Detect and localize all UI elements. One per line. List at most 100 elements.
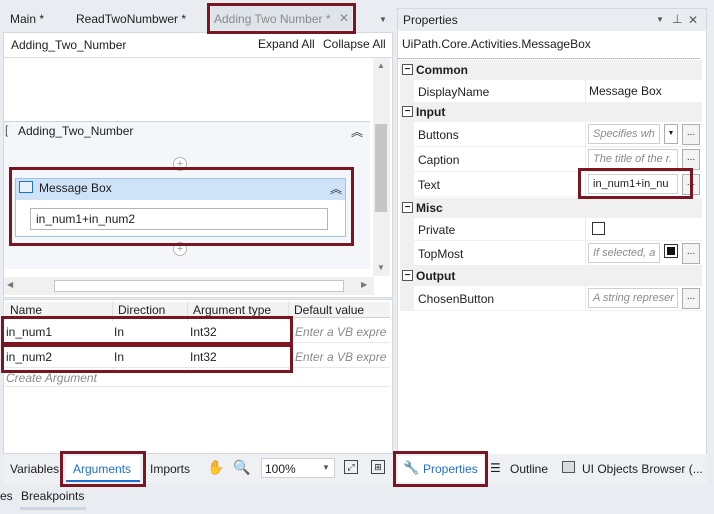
chevron-down-icon: ▼ [322,463,330,472]
activity-type-name: UiPath.Core.Activities.MessageBox [402,37,591,51]
collapse-sequence-icon[interactable]: ︽ [351,123,363,140]
arguments-tab-label: Arguments [73,462,132,476]
category-misc[interactable]: − Misc [400,198,702,218]
caption-expression-button[interactable]: ... [682,149,700,170]
tab-dropdown-icon[interactable]: ▼ [379,15,387,24]
property-display-name[interactable]: DisplayName Message Box [400,80,702,103]
buttons-dropdown-icon[interactable]: ▼ [664,124,678,144]
collapse-output-icon[interactable]: − [402,270,413,281]
property-topmost[interactable]: TopMost If selected, a [400,241,702,266]
footer-tab-partial[interactable]: es [0,489,13,503]
topmost-checkbox[interactable] [664,244,678,258]
caption-label: Caption [418,153,460,167]
arguments-tab[interactable]: Arguments [66,456,140,482]
tab-main[interactable]: Main * [10,12,44,26]
argument-type[interactable]: Int32 [190,325,217,339]
argument-direction[interactable]: In [114,325,124,339]
horizontal-scrollbar[interactable]: ◀ ▶ [4,277,374,295]
category-output[interactable]: − Output [400,266,702,286]
property-private[interactable]: Private [400,218,702,241]
close-icon[interactable]: ✕ [339,11,349,25]
scroll-down-icon[interactable]: ▼ [377,263,385,272]
category-input[interactable]: − Input [400,102,702,122]
collapse-misc-icon[interactable]: − [402,202,413,213]
chosen-button-input[interactable]: A string represer [588,288,678,308]
collapse-all-link[interactable]: Collapse All [323,37,386,51]
collapse-common-icon[interactable]: − [402,64,413,75]
zoom-search-icon[interactable]: 🔍 [233,459,250,476]
scroll-up-icon[interactable]: ▲ [377,61,385,70]
column-header-name[interactable]: Name [10,303,42,317]
zoom-value: 100% [265,462,296,476]
topmost-expression-button[interactable]: ... [682,243,700,264]
imports-tab[interactable]: Imports [150,462,190,476]
properties-title-bar: Properties ▼ ⊥ ✕ [398,9,706,31]
topmost-input[interactable]: If selected, a [588,243,660,263]
properties-tab[interactable]: 🔧 Properties [398,456,484,482]
add-activity-top-icon[interactable]: + [173,157,187,171]
properties-title: Properties [403,13,458,27]
message-box-text-input[interactable]: in_num1+in_num2 [30,208,328,230]
create-argument-label[interactable]: Create Argument [6,371,97,385]
topmost-label: TopMost [418,247,464,261]
collapse-input-icon[interactable]: − [402,106,413,117]
private-checkbox[interactable] [592,222,605,235]
column-header-argument-type[interactable]: Argument type [193,303,271,317]
overview-icon[interactable]: ⊞ [371,460,385,474]
h-scroll-thumb[interactable] [54,280,344,292]
outline-tab[interactable]: Outline [510,462,548,476]
caption-input[interactable]: The title of the r. [588,149,678,169]
argument-default-input[interactable]: Enter a VB expre: [295,350,387,364]
argument-direction[interactable]: In [114,350,124,364]
pin-icon[interactable]: ⊥ [672,12,682,26]
add-activity-bottom-icon[interactable]: + [173,242,187,256]
display-name-value[interactable]: Message Box [589,84,662,98]
expand-all-link[interactable]: Expand All [258,37,315,51]
breadcrumb[interactable]: Adding_Two_Number [11,38,126,52]
pan-hand-icon[interactable]: ✋ [207,459,224,476]
properties-tab-label: Properties [423,462,478,476]
argument-type[interactable]: Int32 [190,350,217,364]
property-chosen-button[interactable]: ChosenButton A string represer [400,286,702,311]
close-icon[interactable]: ✕ [688,13,698,27]
buttons-label: Buttons [418,128,459,142]
private-label: Private [418,223,456,237]
create-argument-row[interactable]: Create Argument [5,369,390,387]
arguments-header-row: Name Direction Argument type Default val… [5,302,390,318]
argument-default-input[interactable]: Enter a VB expre: [295,325,387,339]
column-header-default-value[interactable]: Default value [294,303,364,317]
fit-to-screen-icon[interactable]: ⤢ [344,460,358,474]
category-common-label: Common [416,63,468,77]
buttons-expression-button[interactable]: ... [682,124,700,145]
column-header-direction[interactable]: Direction [118,303,165,317]
chosen-button-expression-button[interactable]: ... [682,288,700,309]
buttons-input[interactable]: Specifies wh [588,124,660,144]
vertical-scrollbar[interactable]: ▲ ▼ [373,58,390,276]
property-buttons[interactable]: Buttons Specifies wh ▼ [400,122,702,147]
sequence-title: Adding_Two_Number [18,124,134,138]
tab-read-two-number[interactable]: ReadTwoNumbwer * [76,12,186,26]
argument-row[interactable]: in_num2 In Int32 Enter a VB expre: [5,346,390,368]
category-misc-label: Misc [416,201,443,215]
text-expression-button[interactable]: ... [682,174,700,195]
panel-menu-icon[interactable]: ▼ [656,15,664,24]
property-text[interactable]: Text in_num1+in_nu [400,172,702,197]
scroll-thumb[interactable] [375,124,387,212]
property-caption[interactable]: Caption The title of the r. [400,147,702,172]
argument-name[interactable]: in_num1 [6,325,52,339]
breakpoints-tab[interactable]: Breakpoints [16,486,88,510]
scroll-left-icon[interactable]: ◀ [7,280,13,289]
zoom-select[interactable]: 100% ▼ [261,458,335,478]
text-input[interactable]: in_num1+in_nu [588,174,678,194]
scroll-right-icon[interactable]: ▶ [361,280,367,289]
variables-tab[interactable]: Variables [10,462,59,476]
argument-name[interactable]: in_num2 [6,350,52,364]
tab-adding-two-number[interactable]: Adding Two Number * ✕ [211,6,352,30]
collapse-activity-icon[interactable]: ︽ [330,180,342,197]
argument-row[interactable]: in_num1 In Int32 Enter a VB expre: [5,321,390,343]
wrench-icon: 🔧 [403,460,420,475]
ui-objects-browser-tab[interactable]: UI Objects Browser (... [582,462,703,476]
breakpoints-tab-underline [20,507,86,510]
message-box-title: Message Box [39,181,112,195]
category-common[interactable]: − Common [400,60,702,80]
